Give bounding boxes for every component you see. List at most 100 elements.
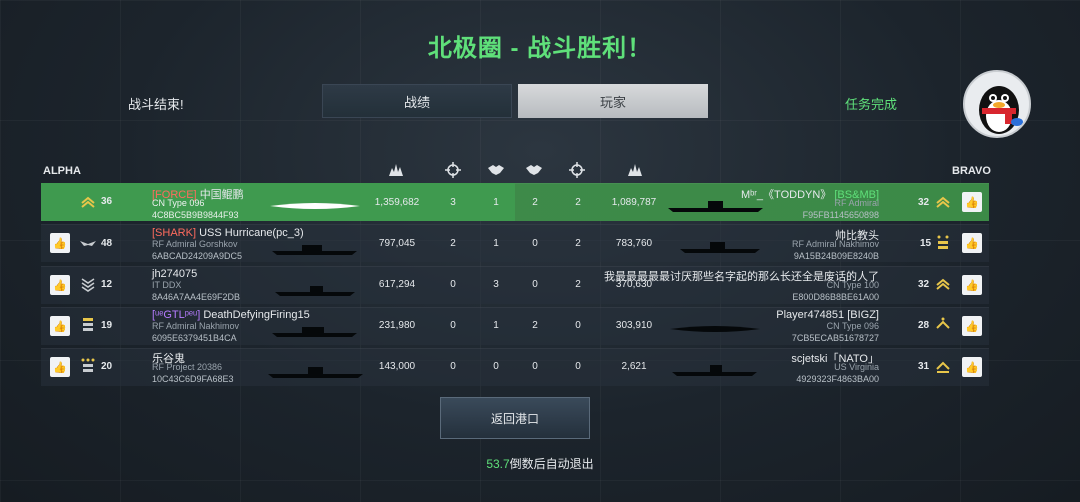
clan-tag: [SHARK] [152, 227, 197, 239]
rank-bars-icon [83, 318, 93, 331]
ship-silhouette [272, 245, 357, 255]
player-code: 7CB5ECAB51678727 [791, 333, 879, 343]
player-level: 48 [101, 238, 113, 249]
player-code: F95FB1145650898 [802, 210, 879, 220]
rank-chevron-icon [936, 278, 950, 290]
player-code: 4C8BC5B9B9844F93 [152, 210, 239, 220]
rank-chevron-icon [81, 278, 95, 292]
kills-value: 0 [450, 279, 456, 290]
player-level: 36 [101, 196, 113, 207]
countdown-text: 倒数后自动退出 [509, 457, 594, 471]
rank-chevron-icon [936, 361, 950, 373]
damage-value: 143,000 [378, 361, 416, 372]
ship-type: CN Type 096 [826, 321, 879, 331]
like-button[interactable]: 👍 [962, 357, 982, 377]
thumbs-up-icon: 👍 [965, 320, 979, 333]
player-name-text: Player474851 [BIGZ] [776, 309, 879, 321]
like-button[interactable]: 👍 [962, 316, 982, 336]
page-title: 北极圈 - 战斗胜利！ [427, 35, 653, 62]
kills-value: 2 [575, 279, 581, 290]
damage-value: 1,089,787 [611, 197, 657, 208]
player-code: E800D86B8BE61A00 [792, 292, 879, 302]
like-button[interactable]: 👍 [50, 275, 70, 295]
kills-value: 0 [450, 320, 456, 331]
player-code: 8A46A7AA4E69F2DB [152, 292, 241, 302]
player-name-text: Mᵇʳ_《TODDYN》 [740, 189, 832, 201]
ship-type: RF Admiral [834, 198, 879, 208]
like-button[interactable]: 👍 [50, 233, 70, 253]
ship-type: RF Project 20386 [152, 362, 223, 372]
player-code: 6095E6379451B4CA [152, 333, 237, 343]
rank-chevron-icon [936, 196, 950, 208]
thumbs-up-icon: 👍 [53, 320, 67, 333]
damage-value: 1,359,682 [374, 197, 420, 208]
thumbs-up-icon: 👍 [53, 279, 67, 292]
thumbs-up-icon: 👍 [965, 196, 979, 209]
player-name[interactable]: [ᵘᵉGTLᵖᵉᵘ] DeathDefyingFiring15 [152, 309, 310, 321]
like-button[interactable]: 👍 [50, 357, 70, 377]
player-level: 12 [101, 279, 113, 290]
player-code: 4929323F4863BA00 [796, 374, 879, 384]
ship-type: RF Admiral Nakhimov [791, 239, 879, 249]
tab-stats[interactable]: 战绩 [322, 84, 512, 118]
player-level: 31 [918, 361, 930, 372]
thumbs-up-icon: 👍 [965, 237, 979, 250]
ship-silhouette [670, 326, 760, 332]
kills-value: 0 [450, 361, 456, 372]
rank-bars-icon [937, 235, 949, 249]
thumbs-up-icon: 👍 [53, 361, 67, 374]
assists-value: 2 [532, 320, 538, 331]
player-name[interactable]: [SHARK] USS Hurricane(pc_3) [152, 227, 304, 239]
kills-value: 2 [575, 197, 581, 208]
player-name-text: DeathDefyingFiring15 [203, 309, 310, 321]
like-button[interactable]: 👍 [50, 316, 70, 336]
player-level: 20 [101, 361, 113, 372]
mission-complete-label[interactable]: 任务完成 [845, 94, 897, 113]
damage-value: 797,045 [378, 238, 416, 249]
ship-silhouette [270, 203, 360, 209]
player-code: 9A15B24B09E8240B [793, 251, 879, 261]
like-button[interactable]: 👍 [962, 233, 982, 253]
player-name-text: USS Hurricane(pc_3) [199, 227, 304, 239]
player-name[interactable]: jh274075 [152, 268, 197, 280]
penguin-icon [979, 86, 1023, 134]
rank-chevron-icon [936, 317, 950, 329]
thumbs-up-icon: 👍 [965, 279, 979, 292]
player-level: 32 [918, 279, 930, 290]
player-code: 6ABCAD24209A9DC5 [152, 251, 243, 261]
avatar[interactable] [963, 70, 1031, 138]
kills-value: 3 [450, 197, 456, 208]
player-level: 28 [918, 320, 930, 331]
kills-value: 2 [575, 238, 581, 249]
team-bravo-label: BRAVO [952, 165, 991, 177]
assists-value: 0 [493, 361, 499, 372]
assists-value: 0 [532, 361, 538, 372]
ship-silhouette [268, 367, 363, 378]
assists-value: 2 [532, 197, 538, 208]
like-button[interactable]: 👍 [962, 192, 982, 212]
assists-value: 0 [532, 279, 538, 290]
handshake-icon [526, 165, 542, 175]
player-level: 32 [918, 197, 930, 208]
ship-silhouette [275, 286, 355, 296]
crosshair-icon [569, 162, 585, 178]
team-alpha-label: ALPHA [43, 165, 81, 177]
clan-tag: [ᵘᵉGTLᵖᵉᵘ] [152, 309, 201, 321]
ship-type: CN Type 096 [152, 198, 205, 208]
player-level: 15 [920, 238, 932, 249]
assists-value: 3 [493, 279, 499, 290]
ship-silhouette [672, 365, 757, 376]
explosion-icon [389, 164, 403, 176]
assists-value: 1 [493, 197, 499, 208]
player-code: 10C43C6D9FA68E3 [152, 374, 234, 384]
tab-players[interactable]: 玩家 [518, 84, 708, 118]
like-button[interactable]: 👍 [962, 275, 982, 295]
player-name[interactable]: Player474851 [BIGZ] [776, 309, 879, 321]
ship-type: US Virginia [834, 362, 879, 372]
assists-value: 1 [493, 320, 499, 331]
return-to-port-button[interactable]: 返回港口 [440, 397, 590, 439]
thumbs-up-icon: 👍 [53, 237, 67, 250]
ship-type: IT DDX [152, 280, 182, 290]
battle-over-label: 战斗结束! [128, 97, 184, 112]
countdown-number: 53.7 [486, 457, 510, 471]
